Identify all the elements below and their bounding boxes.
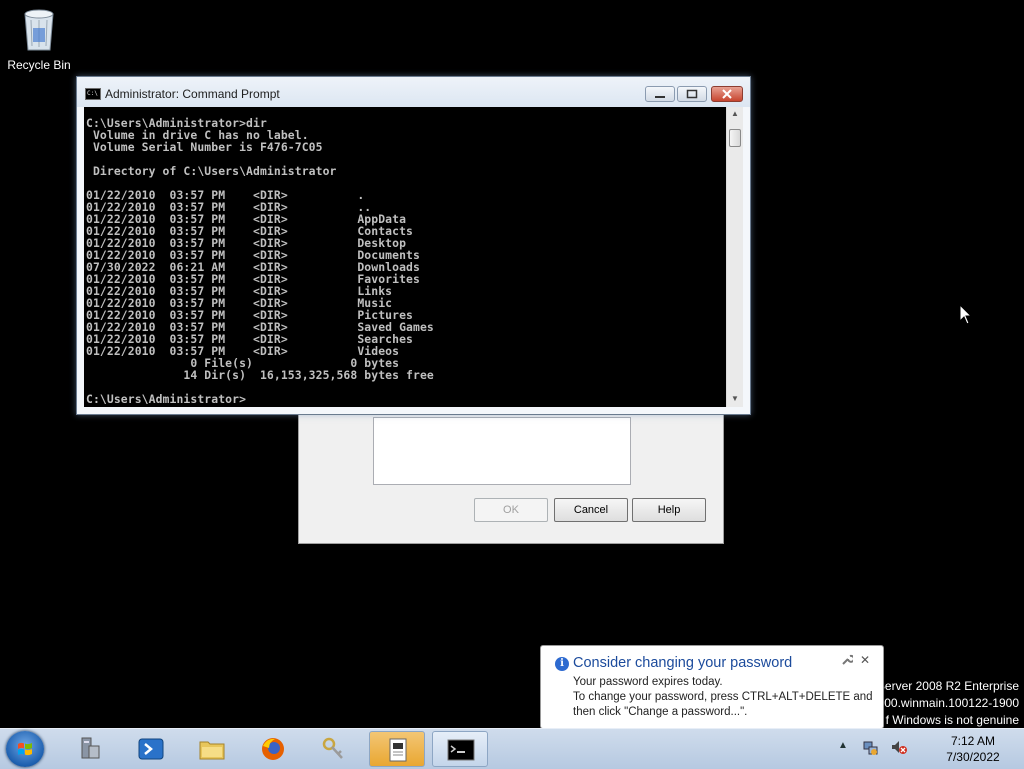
taskbar-powershell[interactable] [123, 731, 179, 767]
show-hidden-icons-button[interactable]: ▲ [838, 740, 848, 751]
network-tray-icon[interactable] [861, 738, 879, 756]
cmd-title-bar[interactable]: C:\ Administrator: Command Prompt [77, 77, 750, 107]
command-prompt-window: C:\ Administrator: Command Prompt C:\Use… [76, 76, 751, 415]
cancel-button[interactable]: Cancel [554, 498, 628, 522]
minimize-button[interactable] [645, 86, 675, 102]
start-button[interactable] [6, 731, 44, 767]
server-manager-icon [81, 737, 100, 759]
clock-time: 7:12 AM [950, 734, 996, 748]
help-button[interactable]: Help [632, 498, 706, 522]
wrench-icon[interactable] [841, 654, 855, 669]
taskbar-clock[interactable]: 7:12 AM 7/30/2022 [930, 733, 1016, 765]
background-dialog: OK Cancel Help [298, 404, 724, 544]
close-icon [722, 89, 732, 99]
taskbar-firefox[interactable] [245, 731, 301, 767]
console-output-area[interactable]: C:\Users\Administrator>dir Volume in dri… [84, 107, 726, 407]
maximize-button[interactable] [677, 86, 707, 102]
notification-close-button[interactable]: ✕ [860, 653, 870, 667]
ok-button[interactable]: OK [474, 498, 548, 522]
watermark-line: Server 2008 R2 Enterprise [876, 679, 1019, 693]
recycle-bin-icon [19, 6, 59, 54]
windows-logo-icon [18, 742, 32, 756]
cmd-window-title: Administrator: Command Prompt [105, 87, 280, 101]
taskbar-windows-explorer[interactable] [184, 731, 240, 767]
taskbar-keys-tool[interactable] [306, 731, 362, 767]
info-icon: i [555, 657, 569, 671]
notification-line: then click "Change a password...". [573, 706, 748, 718]
mouse-cursor-icon [959, 304, 973, 325]
command-prompt-icon [447, 739, 475, 761]
dialog-listbox[interactable] [373, 417, 631, 485]
scroll-thumb[interactable] [729, 129, 741, 147]
watermark-line: f Windows is not genuine [885, 713, 1019, 727]
powershell-icon [138, 738, 164, 760]
firefox-icon [262, 738, 284, 760]
console-scrollbar[interactable]: ▲ ▼ [726, 107, 743, 407]
console-text: C:\Users\Administrator>dir Volume in dri… [86, 116, 434, 406]
watermark-line: 700.winmain.100122-1900 [877, 696, 1019, 710]
recycle-bin-desktop-icon[interactable]: Recycle Bin [4, 6, 74, 72]
close-button[interactable] [711, 86, 743, 102]
notification-line: Your password expires today. [573, 676, 723, 688]
document-app-icon [389, 738, 407, 762]
scroll-up-icon[interactable]: ▲ [730, 109, 740, 119]
maximize-icon [686, 89, 698, 99]
desktop-watermark: Server 2008 R2 Enterprise 700.winmain.10… [877, 678, 1019, 729]
keys-icon [322, 737, 343, 759]
volume-muted-icon[interactable] [890, 738, 908, 756]
taskbar-dialog-app[interactable] [369, 731, 425, 767]
taskbar: ▲ 7:12 AM 7/30/2022 [0, 728, 1024, 769]
notification-line: To change your password, press CTRL+ALT+… [573, 691, 873, 703]
password-notification-balloon[interactable]: i Consider changing your password Your p… [540, 645, 884, 729]
minimize-icon [655, 96, 665, 98]
notification-title: Consider changing your password [573, 655, 793, 671]
cmd-window-icon: C:\ [85, 88, 101, 100]
scroll-down-icon[interactable]: ▼ [730, 394, 740, 404]
taskbar-server-manager[interactable] [62, 731, 118, 767]
taskbar-command-prompt[interactable] [432, 731, 488, 767]
recycle-bin-label: Recycle Bin [7, 58, 71, 72]
clock-date: 7/30/2022 [946, 750, 1000, 764]
folder-icon [199, 741, 225, 760]
